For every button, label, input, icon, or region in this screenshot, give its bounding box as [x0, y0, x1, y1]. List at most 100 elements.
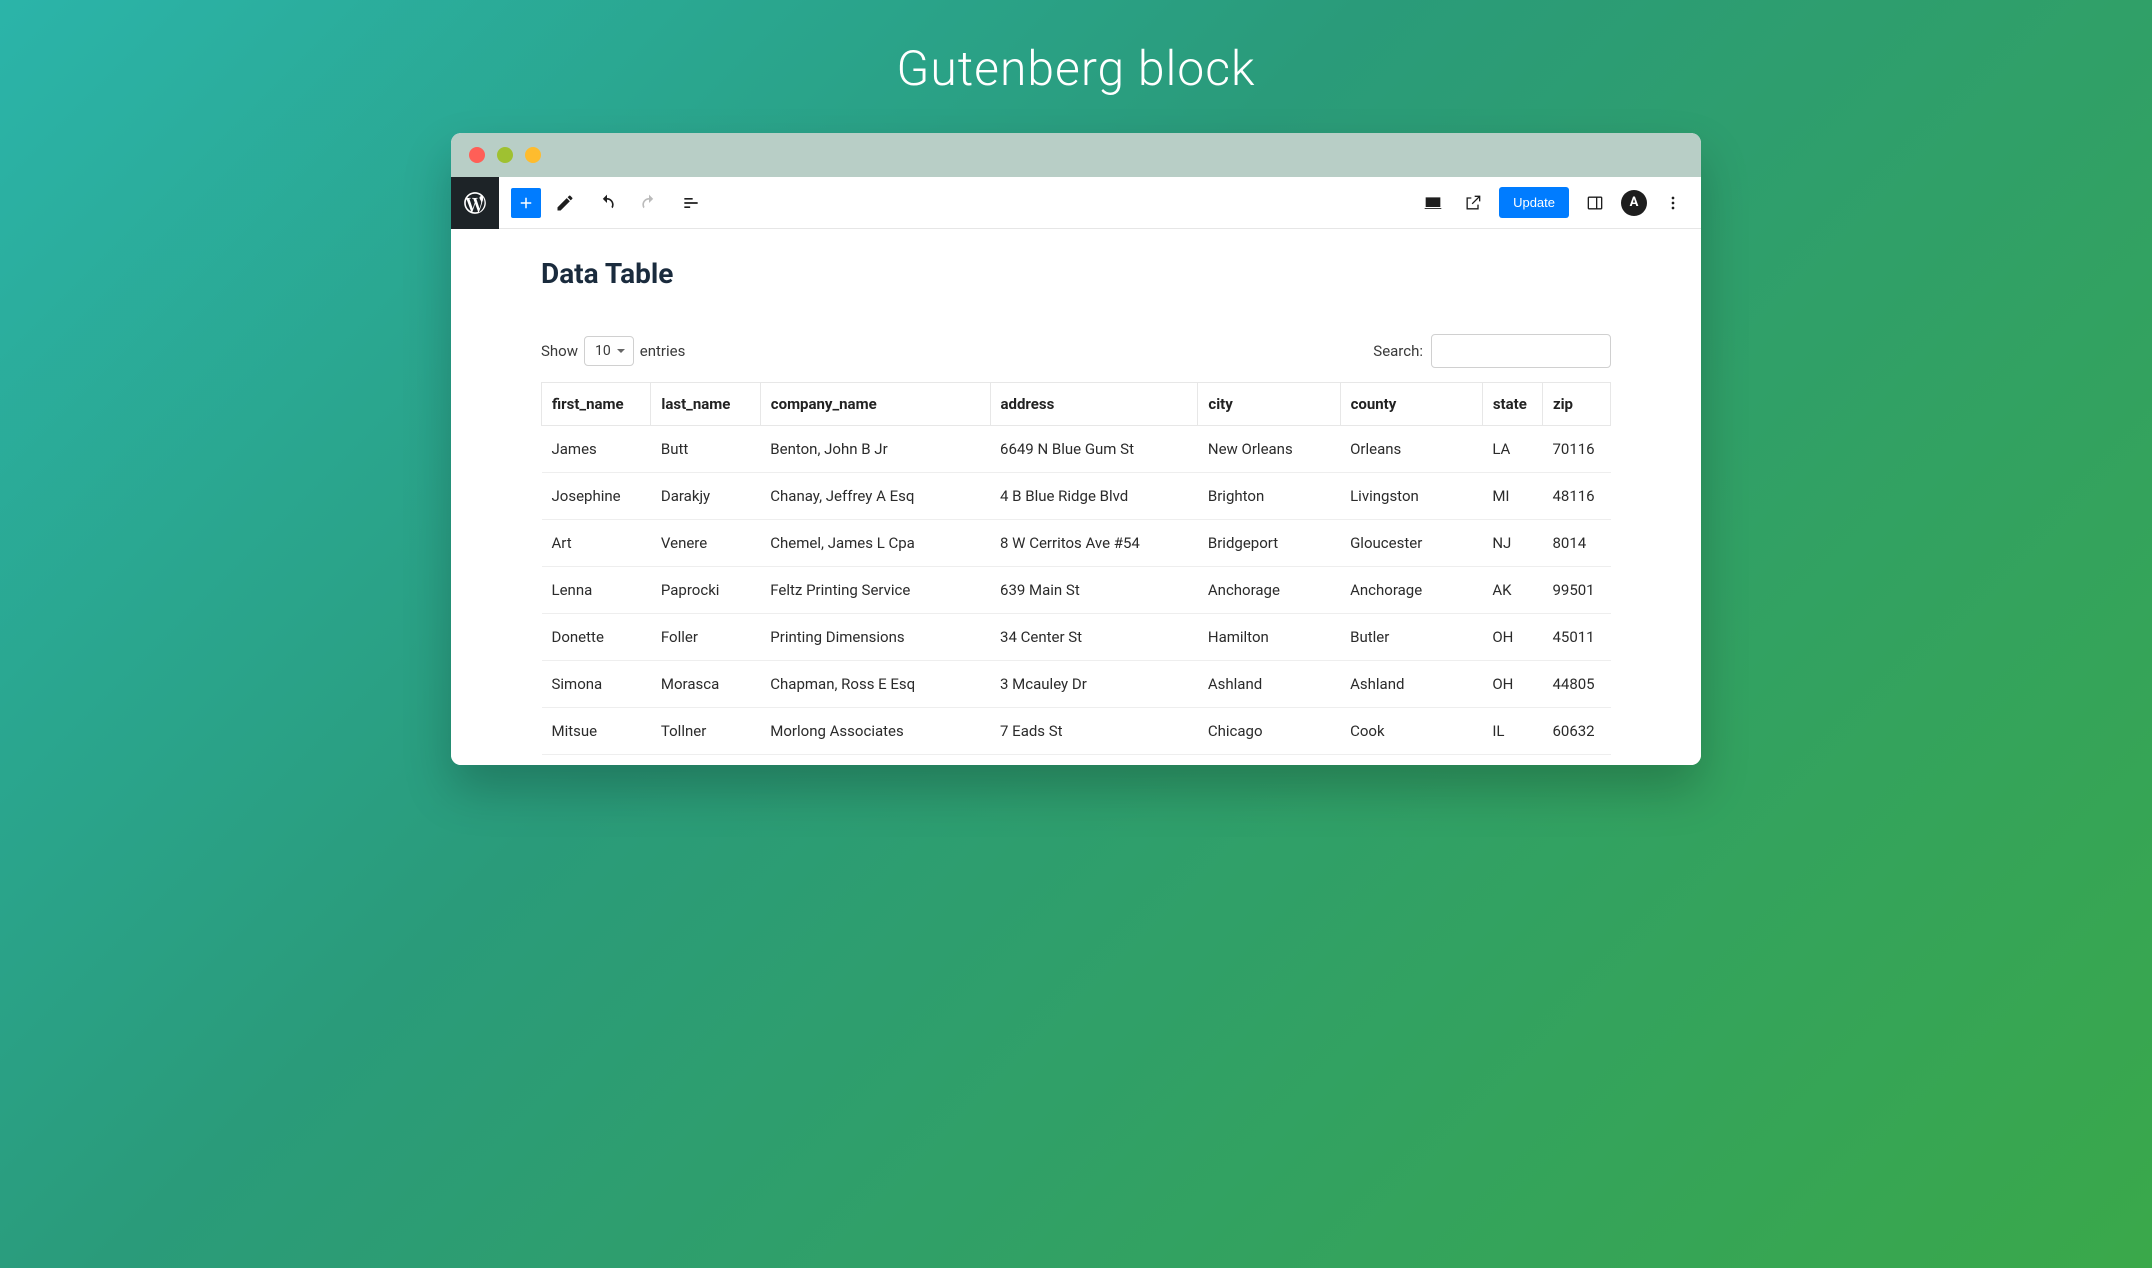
cell-company_name: Chemel, James L Cpa	[760, 520, 990, 567]
avatar[interactable]: A	[1621, 190, 1647, 216]
document-overview-button[interactable]	[673, 185, 709, 221]
window-titlebar	[451, 133, 1701, 177]
table-row: DonetteFollerPrinting Dimensions34 Cente…	[542, 614, 1611, 661]
cell-zip: 8014	[1542, 520, 1610, 567]
cell-company_name: Chapman, Ross E Esq	[760, 661, 990, 708]
cell-first_name: James	[542, 426, 651, 473]
undo-icon	[597, 193, 617, 213]
block-heading: Data Table	[541, 257, 1611, 290]
search-input[interactable]	[1431, 334, 1611, 368]
cell-company_name: Morlong Associates	[760, 708, 990, 755]
cell-zip: 99501	[1542, 567, 1610, 614]
cell-county: Ashland	[1340, 661, 1482, 708]
add-block-button[interactable]	[511, 188, 541, 218]
laptop-icon	[1423, 193, 1443, 213]
edit-mode-button[interactable]	[547, 185, 583, 221]
cell-address: 7 Eads St	[990, 708, 1198, 755]
cell-address: 8 W Cerritos Ave #54	[990, 520, 1198, 567]
slide-title: Gutenberg block	[0, 40, 2152, 97]
avatar-initial: A	[1630, 195, 1639, 210]
cell-address: 639 Main St	[990, 567, 1198, 614]
col-company-name[interactable]: company_name	[760, 383, 990, 426]
pencil-icon	[555, 193, 575, 213]
cell-zip: 48116	[1542, 473, 1610, 520]
preview-button[interactable]	[1455, 185, 1491, 221]
cell-last_name: Morasca	[651, 661, 760, 708]
cell-city: Anchorage	[1198, 567, 1340, 614]
cell-state: NJ	[1482, 520, 1542, 567]
cell-last_name: Venere	[651, 520, 760, 567]
browser-window: Update A Data Table Show 10 entries S	[451, 133, 1701, 765]
cell-county: Gloucester	[1340, 520, 1482, 567]
table-row: ArtVenereChemel, James L Cpa8 W Cerritos…	[542, 520, 1611, 567]
cell-city: Bridgeport	[1198, 520, 1340, 567]
cell-address: 6649 N Blue Gum St	[990, 426, 1198, 473]
table-row: JosephineDarakjyChanay, Jeffrey A Esq4 B…	[542, 473, 1611, 520]
cell-company_name: Chanay, Jeffrey A Esq	[760, 473, 990, 520]
editor-canvas: Data Table Show 10 entries Search: first…	[451, 229, 1701, 765]
cell-address: 34 Center St	[990, 614, 1198, 661]
cell-first_name: Art	[542, 520, 651, 567]
cell-company_name: Benton, John B Jr	[760, 426, 990, 473]
cell-company_name: Printing Dimensions	[760, 614, 990, 661]
col-state[interactable]: state	[1482, 383, 1542, 426]
window-min-dot[interactable]	[497, 147, 513, 163]
cell-county: Cook	[1340, 708, 1482, 755]
cell-state: OH	[1482, 614, 1542, 661]
window-max-dot[interactable]	[525, 147, 541, 163]
cell-city: Hamilton	[1198, 614, 1340, 661]
sidebar-icon	[1585, 193, 1605, 213]
options-button[interactable]	[1655, 185, 1691, 221]
cell-last_name: Foller	[651, 614, 760, 661]
list-icon	[681, 193, 701, 213]
cell-zip: 44805	[1542, 661, 1610, 708]
table-controls: Show 10 entries Search:	[541, 334, 1611, 368]
cell-last_name: Paprocki	[651, 567, 760, 614]
cell-zip: 45011	[1542, 614, 1610, 661]
cell-state: OH	[1482, 661, 1542, 708]
external-link-icon	[1463, 193, 1483, 213]
entries-label: entries	[640, 342, 686, 360]
window-close-dot[interactable]	[469, 147, 485, 163]
cell-city: Chicago	[1198, 708, 1340, 755]
cell-first_name: Mitsue	[542, 708, 651, 755]
table-row: MitsueTollnerMorlong Associates7 Eads St…	[542, 708, 1611, 755]
redo-icon	[639, 193, 659, 213]
col-first-name[interactable]: first_name	[542, 383, 651, 426]
cell-county: Livingston	[1340, 473, 1482, 520]
cell-first_name: Simona	[542, 661, 651, 708]
cell-zip: 60632	[1542, 708, 1610, 755]
cell-last_name: Tollner	[651, 708, 760, 755]
show-label: Show	[541, 342, 578, 360]
table-row: JamesButtBenton, John B Jr6649 N Blue Gu…	[542, 426, 1611, 473]
cell-county: Butler	[1340, 614, 1482, 661]
cell-company_name: Feltz Printing Service	[760, 567, 990, 614]
cell-last_name: Butt	[651, 426, 760, 473]
entries-select[interactable]: 10	[584, 336, 634, 366]
cell-first_name: Josephine	[542, 473, 651, 520]
undo-button[interactable]	[589, 185, 625, 221]
col-address[interactable]: address	[990, 383, 1198, 426]
cell-city: Ashland	[1198, 661, 1340, 708]
cell-first_name: Lenna	[542, 567, 651, 614]
col-county[interactable]: county	[1340, 383, 1482, 426]
col-zip[interactable]: zip	[1542, 383, 1610, 426]
view-button[interactable]	[1415, 185, 1451, 221]
cell-last_name: Darakjy	[651, 473, 760, 520]
table-header-row: first_name last_name company_name addres…	[542, 383, 1611, 426]
search-label: Search:	[1373, 342, 1423, 360]
col-last-name[interactable]: last_name	[651, 383, 760, 426]
cell-county: Orleans	[1340, 426, 1482, 473]
wordpress-icon	[462, 190, 488, 216]
cell-state: AK	[1482, 567, 1542, 614]
col-city[interactable]: city	[1198, 383, 1340, 426]
cell-address: 4 B Blue Ridge Blvd	[990, 473, 1198, 520]
wordpress-logo[interactable]	[451, 177, 499, 229]
update-button[interactable]: Update	[1499, 187, 1569, 218]
plus-icon	[517, 194, 535, 212]
data-table: first_name last_name company_name addres…	[541, 382, 1611, 755]
cell-state: MI	[1482, 473, 1542, 520]
cell-zip: 70116	[1542, 426, 1610, 473]
settings-sidebar-button[interactable]	[1577, 185, 1613, 221]
cell-county: Anchorage	[1340, 567, 1482, 614]
